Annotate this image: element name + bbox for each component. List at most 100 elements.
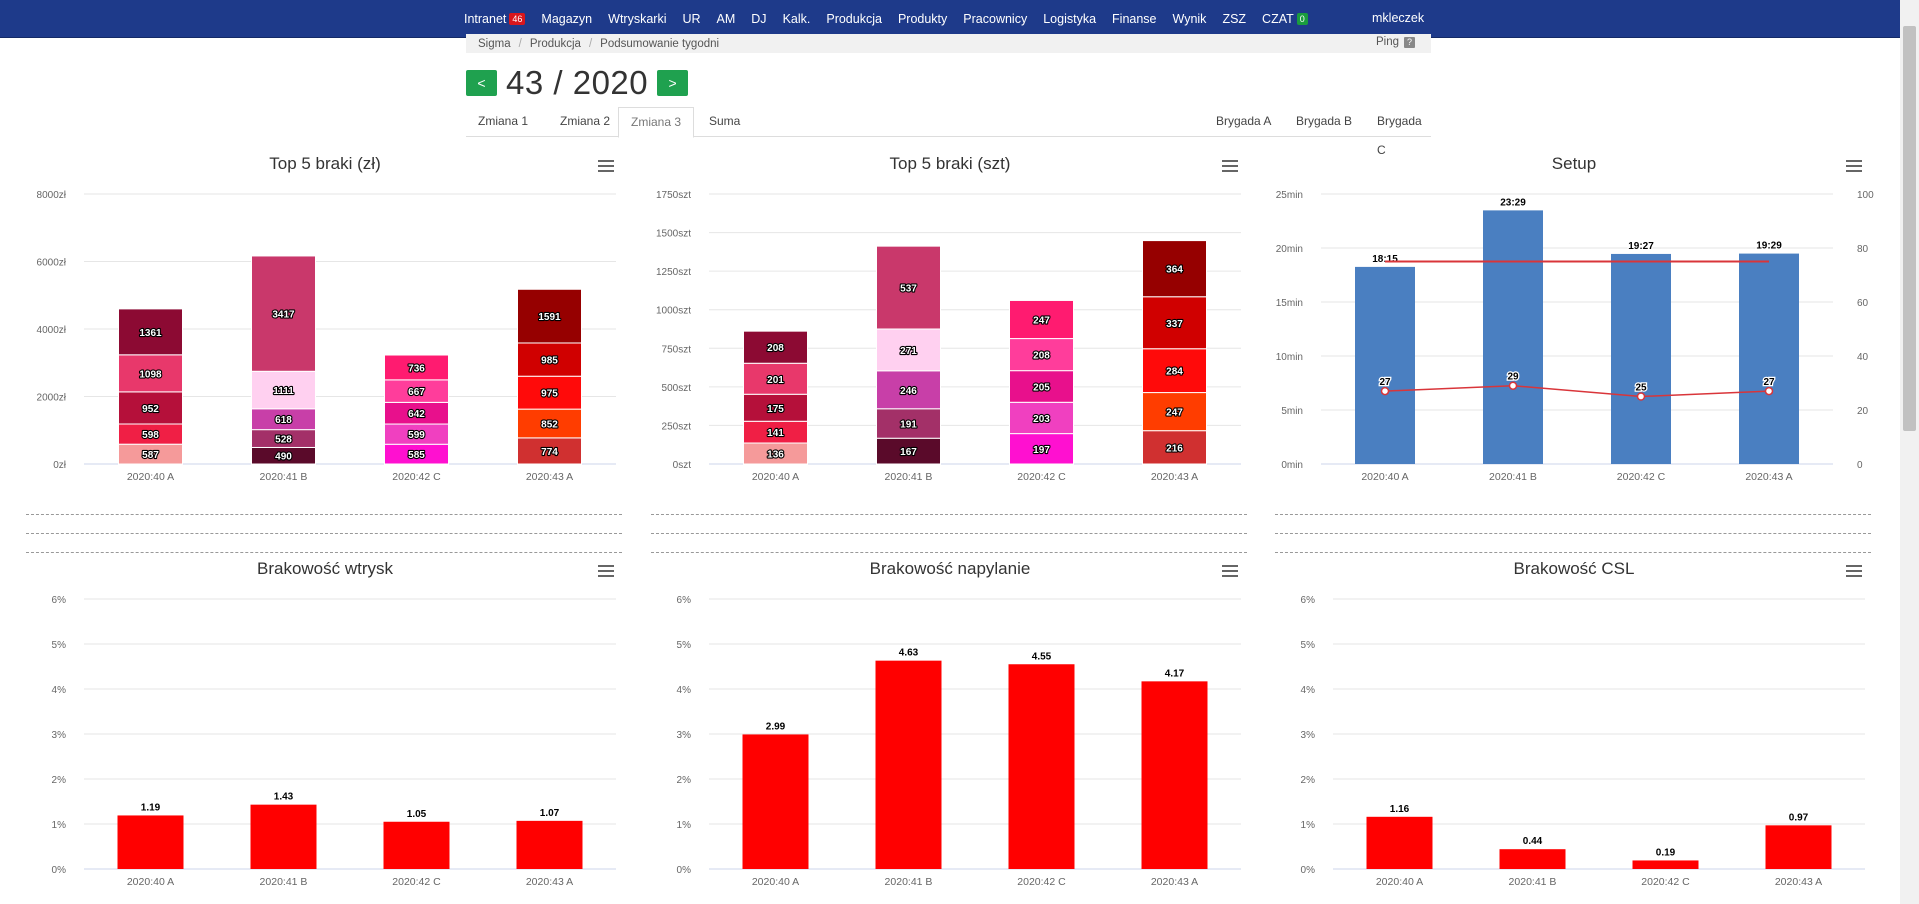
nav-item-label: DJ <box>751 11 767 26</box>
data-label: 23:29 <box>1500 197 1526 208</box>
nav-item-finanse[interactable]: Finanse <box>1112 12 1156 26</box>
nav-item-produkty[interactable]: Produkty <box>898 12 947 26</box>
data-label: 975 <box>541 389 558 400</box>
ping-link[interactable]: Ping ? <box>1376 36 1415 48</box>
y2-tick-label: 60 <box>1857 298 1869 309</box>
bar[interactable] <box>1008 664 1075 869</box>
x-tick-label: 2020:42 C <box>1017 471 1066 483</box>
bar[interactable] <box>250 804 317 869</box>
nav-item-intranet[interactable]: Intranet 46 <box>464 12 526 26</box>
bar[interactable] <box>1765 825 1832 869</box>
breadcrumb-produkcja[interactable]: Produkcja <box>530 38 581 50</box>
chart-svg: 0% 1% 2% 3% 4% 5% 6% 2020:40 A 2020:41 B 2020:42 … <box>52 595 616 888</box>
line-point[interactable] <box>1508 381 1518 390</box>
tab-suma[interactable]: Suma <box>697 107 752 135</box>
user-menu[interactable]: mkleczek <box>1372 0 1424 37</box>
line-point[interactable] <box>1636 392 1646 401</box>
nav-item-pracownicy[interactable]: Pracownicy <box>963 12 1027 26</box>
scrollbar-thumb[interactable] <box>1903 26 1916 431</box>
setup-bar[interactable] <box>1611 253 1671 464</box>
x-tick-label: 2020:43 A <box>1775 876 1822 888</box>
chart-title: Brakowość CSL <box>1513 559 1635 578</box>
bar[interactable] <box>1366 816 1433 869</box>
y-tick-label: 5min <box>1281 406 1303 417</box>
nav-item-logistyka[interactable]: Logistyka <box>1043 12 1096 26</box>
chart-svg: 0% 1% 2% 3% 4% 5% 6% 2020:40 A 2020:41 B 2020:42 … <box>677 595 1241 888</box>
y-tick-label: 0% <box>677 865 692 876</box>
y-tick-label: 3% <box>52 730 67 741</box>
line-point[interactable] <box>1380 386 1390 396</box>
chart-menu-icon[interactable] <box>598 565 614 578</box>
chart-menu-icon[interactable] <box>1846 565 1862 578</box>
line-point[interactable] <box>1764 386 1774 396</box>
tab-brygada-c[interactable]: Brygada C <box>1365 107 1434 157</box>
x-tick-label: 2020:41 B <box>260 876 308 888</box>
divider <box>1275 533 1871 534</box>
setup-bar[interactable] <box>1355 266 1415 464</box>
nav-item-wtryskarki[interactable]: Wtryskarki <box>608 12 666 26</box>
x-tick-label: 2020:42 C <box>392 876 441 888</box>
tab-brygada-a[interactable]: Brygada A <box>1204 107 1283 135</box>
top-navbar: Intranet 46 Magazyn Wtryskarki UR AM DJ Kalk. Pr… <box>0 0 1919 38</box>
y-tick-label: 0szt <box>673 460 692 471</box>
nav-item-dj[interactable]: DJ <box>751 12 766 26</box>
bar[interactable] <box>383 821 450 869</box>
nav-item-wynik[interactable]: Wynik <box>1173 12 1207 26</box>
bar[interactable] <box>1632 860 1699 869</box>
data-label: 201 <box>767 375 784 386</box>
x-tick-label: 2020:40 A <box>1361 471 1408 483</box>
data-label: 3417 <box>272 310 295 321</box>
tab-brygada-b[interactable]: Brygada B <box>1284 107 1364 135</box>
setup-bar[interactable] <box>1483 210 1543 464</box>
nav-item-kalk[interactable]: Kalk. <box>783 12 811 26</box>
data-label: 585 <box>408 450 425 461</box>
breadcrumb-separator: / <box>518 37 522 50</box>
help-icon[interactable]: ? <box>1404 36 1415 48</box>
tab-zmiana-3[interactable]: Zmiana 3 <box>618 107 695 138</box>
chart-brak-wtrysk: 0% 1% 2% 3% 4% 5% 6% 2020:40 A 2020:41 B 2020:42 … <box>24 553 626 893</box>
y-tick-unit: % <box>57 595 66 606</box>
y-tick-label: 20min <box>1276 244 1303 255</box>
data-label: 19:29 <box>1756 241 1782 252</box>
chart-brak-csl: 0% 1% 2% 3% 4% 5% 6% 2020:40 A 2020:41 B 2020:42 … <box>1273 553 1875 893</box>
bar[interactable] <box>1141 681 1208 869</box>
setup-bar[interactable] <box>1739 253 1799 464</box>
data-label: 1.05 <box>407 809 427 820</box>
x-tick-label: 2020:40 A <box>752 876 799 888</box>
y-tick-unit: szt <box>678 344 691 355</box>
breadcrumb-sigma[interactable]: Sigma <box>478 38 511 50</box>
data-label: 203 <box>1033 414 1050 425</box>
tab-zmiana-1[interactable]: Zmiana 1 <box>466 107 540 135</box>
y-tick-unit: szt <box>678 460 691 471</box>
nav-item-am[interactable]: AM <box>717 12 736 26</box>
bar[interactable] <box>742 734 809 869</box>
prev-week-button[interactable]: < <box>466 70 497 96</box>
breadcrumb: Sigma / Produkcja / Podsumowanie tygodni… <box>466 34 1431 53</box>
nav-item-produkcja[interactable]: Produkcja <box>826 12 882 26</box>
chart-menu-icon[interactable] <box>1222 565 1238 578</box>
next-week-button[interactable]: > <box>657 70 689 96</box>
nav-item-label: Kalk. <box>782 11 811 26</box>
data-label: 19:27 <box>1628 241 1654 252</box>
bar[interactable] <box>875 660 942 869</box>
bar[interactable] <box>1499 849 1566 869</box>
x-tick-label: 2020:43 A <box>526 876 573 888</box>
y-tick-unit: zł <box>59 190 67 201</box>
nav-item-zsz[interactable]: ZSZ <box>1222 12 1246 26</box>
data-label: 4.55 <box>1032 651 1052 662</box>
y-tick-unit: zł <box>59 258 67 269</box>
chart-menu-icon[interactable] <box>598 160 614 173</box>
series-line <box>1384 384 1770 398</box>
y-tick-label: 25min <box>1276 190 1303 201</box>
chart-menu-icon[interactable] <box>1846 160 1862 173</box>
bar[interactable] <box>516 820 583 869</box>
page-scrollbar[interactable] <box>1900 0 1919 904</box>
y-tick-label: 15min <box>1276 298 1303 309</box>
nav-item-ur[interactable]: UR <box>682 12 700 26</box>
tab-zmiana-2[interactable]: Zmiana 2 <box>548 107 622 135</box>
nav-item-czat[interactable]: CZAT 0 <box>1262 12 1308 26</box>
bar[interactable] <box>117 815 184 869</box>
divider <box>26 533 622 534</box>
nav-item-magazyn[interactable]: Magazyn <box>541 12 592 26</box>
chart-menu-icon[interactable] <box>1222 160 1238 173</box>
